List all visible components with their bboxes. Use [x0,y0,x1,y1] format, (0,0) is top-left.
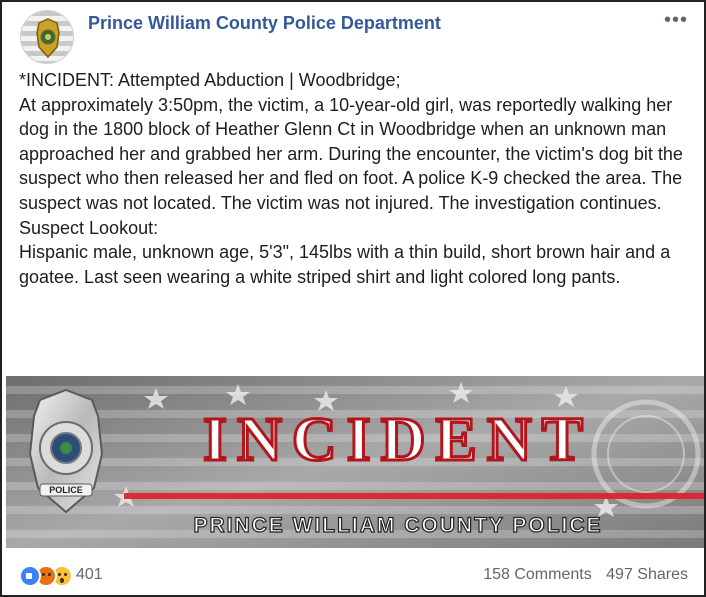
like-reaction-icon [19,565,41,587]
banner-headline: INCIDENT [203,406,593,474]
post-suspect-lookout-heading: Suspect Lookout: [19,217,159,238]
badge-label: POLICE [49,485,83,495]
police-badge-icon [36,18,60,59]
post-body: *INCIDENT: Attempted Abduction | Woodbri… [19,68,695,289]
shares-count-link[interactable]: 497 Shares [606,566,688,583]
banner-subtitle: PRINCE WILLIAM COUNTY POLICE [193,514,602,537]
post-footer: 401 158 Comments 497 Shares [2,548,706,597]
police-badge-graphic: POLICE [28,388,104,514]
engagement-stats: 158 Comments 497 Shares [483,566,688,584]
more-options-icon[interactable]: ••• [664,10,688,30]
comments-count-link[interactable]: 158 Comments [483,566,592,583]
facebook-post-card: Prince William County Police Department … [0,0,706,597]
page-name-link[interactable]: Prince William County Police Department [88,13,441,34]
post-suspect-description: Hispanic male, unknown age, 5'3", 145lbs… [19,242,671,287]
post-header: Prince William County Police Department … [12,10,694,66]
incident-banner-image[interactable]: POLICE INCIDENT PRINCE WILLIAM COUNTY PO… [6,376,704,548]
page-avatar[interactable] [20,10,74,64]
post-incident-details: At approximately 3:50pm, the victim, a 1… [19,94,683,213]
post-incident-title: *INCIDENT: Attempted Abduction | Woodbri… [19,70,401,90]
reaction-count[interactable]: 401 [76,566,103,584]
